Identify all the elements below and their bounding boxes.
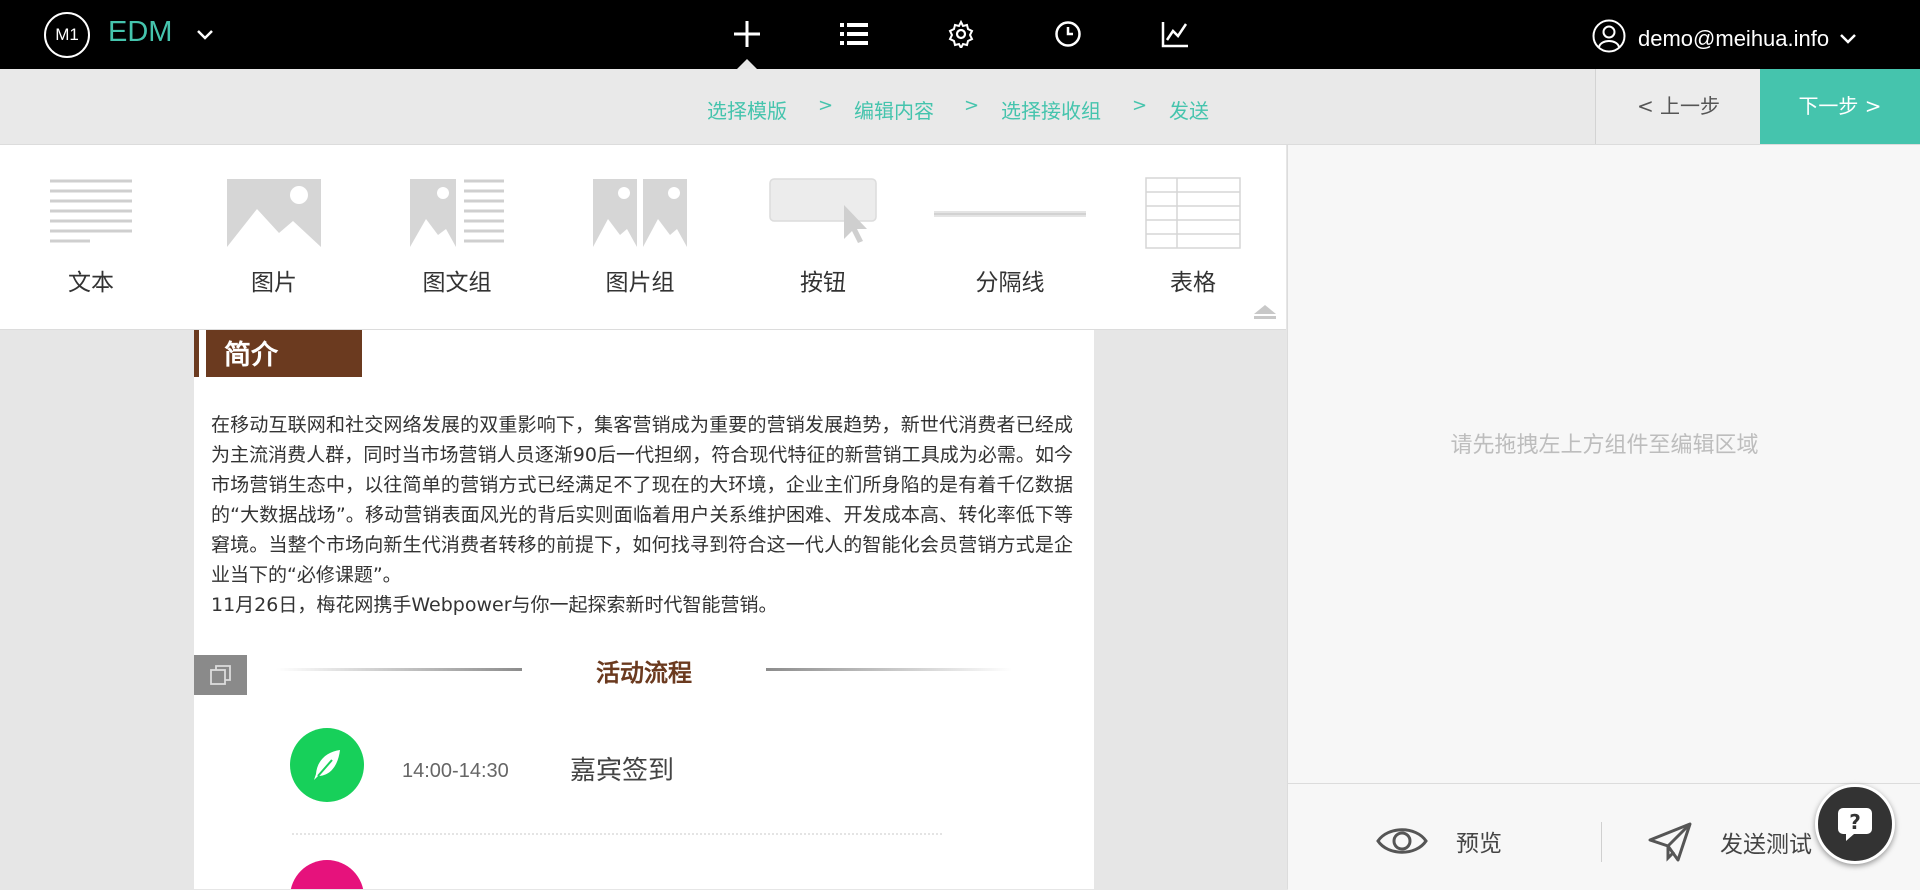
component-image[interactable]: 图片 — [199, 145, 349, 329]
email-editor-canvas[interactable]: 简介 在移动互联网和社交网络发展的双重影响下，集客营销成为重要的营销发展趋势，新… — [194, 330, 1094, 889]
feather-icon — [314, 750, 340, 780]
step-send[interactable]: 发送 — [1169, 95, 1209, 124]
step-separator: > — [1132, 95, 1148, 116]
component-palette: 文本 图片 图文组 图片组 按钮 分隔线 表格 — [0, 145, 1286, 330]
image-group-icon — [565, 177, 715, 257]
wizard-steps-bar: 选择模版 > 编辑内容 > 选择接收组 > 发送 < 上一步 下一步 > — [0, 69, 1920, 145]
component-label: 图片组 — [605, 270, 675, 296]
app-dropdown-chevron-icon[interactable] — [194, 20, 216, 54]
table-icon — [1118, 177, 1268, 257]
user-menu[interactable]: demo@meihua.info — [1592, 19, 1857, 59]
intro-paragraph-block[interactable]: 在移动互联网和社交网络发展的双重影响下，集客营销成为重要的营销发展趋势，新世代消… — [211, 410, 1073, 620]
divider-icon — [934, 177, 1086, 257]
intro-heading-block[interactable]: 简介 — [194, 330, 362, 377]
component-label: 图片 — [251, 270, 297, 296]
intro-heading: 简介 — [224, 340, 278, 371]
preview-label: 预览 — [1456, 831, 1502, 857]
user-dropdown-chevron-icon — [1839, 27, 1857, 52]
user-avatar-icon — [1592, 19, 1626, 59]
section-title: 活动流程 — [596, 659, 692, 687]
text-icon — [16, 177, 166, 257]
top-navbar: M1 EDM demo@meihua.info — [0, 0, 1920, 69]
intro-paragraph-date: 11月26日，梅花网携手Webpower与你一起探索新时代智能营销。 — [211, 594, 778, 616]
flow-step-circle — [290, 728, 364, 802]
component-divider[interactable]: 分隔线 — [934, 145, 1086, 329]
collapse-palette-icon[interactable] — [1254, 305, 1276, 314]
component-image-text[interactable]: 图文组 — [382, 145, 532, 329]
drag-hint: 请先拖拽左上方组件至编辑区域 — [1450, 433, 1759, 458]
component-label: 分隔线 — [975, 270, 1045, 296]
flow-dotted-divider — [292, 833, 942, 835]
user-email: demo@meihua.info — [1638, 26, 1830, 51]
component-label: 图文组 — [422, 270, 492, 296]
svg-text:?: ? — [1849, 810, 1861, 834]
paper-plane-icon — [1648, 822, 1692, 862]
image-text-icon — [382, 177, 532, 257]
active-nav-indicator — [737, 59, 757, 69]
eye-icon — [1376, 828, 1428, 854]
app-name[interactable]: EDM — [108, 16, 172, 49]
button-icon — [748, 177, 898, 257]
image-icon — [199, 177, 349, 257]
component-label: 表格 — [1170, 270, 1216, 296]
flow-step-circle-next — [290, 860, 364, 889]
next-step-button[interactable]: 下一步 > — [1760, 69, 1920, 144]
component-image-group[interactable]: 图片组 — [565, 145, 715, 329]
step-separator: > — [818, 95, 834, 116]
flow-step-name: 嘉宾签到 — [570, 756, 675, 786]
component-table[interactable]: 表格 — [1118, 145, 1268, 329]
create-plus-icon[interactable] — [727, 14, 767, 54]
help-chat-button[interactable]: ? — [1815, 784, 1895, 864]
list-icon[interactable] — [834, 14, 874, 54]
send-test-button[interactable]: 发送测试 — [1648, 822, 1812, 862]
send-test-label: 发送测试 — [1720, 832, 1812, 858]
statistics-chart-icon[interactable] — [1155, 14, 1195, 54]
history-clock-icon[interactable] — [1048, 14, 1088, 54]
component-text[interactable]: 文本 — [16, 145, 166, 329]
help-question-icon: ? — [1838, 808, 1872, 841]
step-select-template[interactable]: 选择模版 — [707, 95, 787, 124]
flow-step-time: 14:00-14:30 — [402, 760, 509, 782]
properties-panel: 请先拖拽左上方组件至编辑区域 预览 发送测试 — [1287, 145, 1920, 890]
heading-accent-bar — [194, 330, 199, 377]
settings-gear-icon[interactable] — [941, 14, 981, 54]
preview-button[interactable]: 预览 — [1376, 822, 1502, 860]
collapse-palette-bar — [1254, 316, 1276, 319]
component-label: 按钮 — [800, 270, 846, 296]
prev-step-button[interactable]: < 上一步 — [1595, 69, 1761, 144]
component-button[interactable]: 按钮 — [748, 145, 898, 329]
step-select-group[interactable]: 选择接收组 — [1001, 95, 1101, 124]
step-edit-content[interactable]: 编辑内容 — [854, 95, 934, 124]
app-logo[interactable]: M1 — [44, 12, 90, 58]
component-label: 文本 — [68, 270, 114, 296]
step-separator: > — [964, 95, 980, 116]
intro-paragraph: 在移动互联网和社交网络发展的双重影响下，集客营销成为重要的营销发展趋势，新世代消… — [211, 414, 1073, 586]
action-separator — [1601, 822, 1602, 862]
